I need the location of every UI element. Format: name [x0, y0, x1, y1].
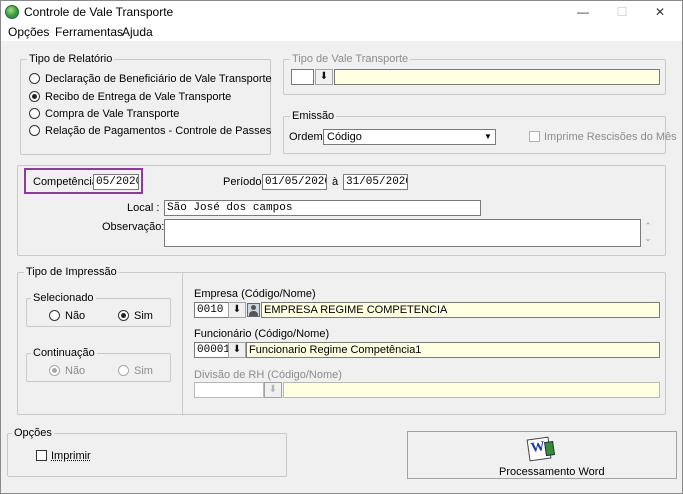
- app-globe-icon: [5, 5, 19, 19]
- funcionario-name-input[interactable]: Funcionario Regime Competência1: [246, 342, 660, 358]
- ordem-select[interactable]: Código ▼: [323, 129, 496, 145]
- radio-compra-label: Compra de Vale Transporte: [45, 108, 180, 120]
- divisao-code-input[interactable]: [194, 382, 264, 398]
- continuacao-nao-indicator[interactable]: [49, 365, 60, 376]
- periodo-fim-input[interactable]: 31/05/2020: [343, 174, 408, 190]
- radio-declaracao-label: Declaração de Beneficiário de Vale Trans…: [45, 73, 272, 85]
- menu-opcoes[interactable]: Opções: [8, 25, 49, 39]
- continuacao-sim-indicator[interactable]: [118, 365, 129, 376]
- emissao-group: Emissão Ordem: Código ▼ Imprime Rescisõe…: [283, 110, 677, 154]
- radio-declaracao-indicator[interactable]: [29, 73, 40, 84]
- empresa-name-input[interactable]: EMPRESA REGIME COMPETENCIA: [261, 302, 660, 318]
- imprime-rescisoes-box[interactable]: [529, 131, 540, 142]
- tipo-relatorio-legend: Tipo de Relatório: [27, 53, 115, 65]
- selecionado-nao-label: Não: [65, 310, 86, 322]
- continuacao-sim-radio[interactable]: Sim: [118, 365, 153, 379]
- selecionado-group: Selecionado Não Sim: [26, 292, 171, 327]
- funcionario-label: Funcionário (Código/Nome): [194, 328, 330, 340]
- selecionado-nao-indicator[interactable]: [49, 310, 60, 321]
- continuacao-sim-label: Sim: [134, 365, 153, 377]
- processamento-word-label: Processamento Word: [499, 466, 605, 478]
- selecionado-sim-radio[interactable]: Sim: [118, 310, 153, 324]
- opcoes-group: Opções Imprimir: [7, 427, 287, 477]
- tipo-vale-group: Tipo de Vale Transporte ⬇: [283, 53, 666, 95]
- radio-compra[interactable]: Compra de Vale Transporte: [29, 108, 179, 122]
- imprimir-box[interactable]: [36, 450, 47, 461]
- radio-relacao-indicator[interactable]: [29, 125, 40, 136]
- tipo-impressao-group: Tipo de Impressão Selecionado Não Sim Co…: [17, 266, 666, 416]
- selecionado-nao-radio[interactable]: Não: [49, 310, 85, 324]
- radio-recibo[interactable]: Recibo de Entrega de Vale Transporte: [29, 91, 231, 105]
- selecionado-legend: Selecionado: [31, 292, 96, 304]
- download-arrow-icon: ⬇: [232, 344, 242, 355]
- menu-ferramentas[interactable]: Ferramentas: [55, 25, 123, 39]
- maximize-button[interactable]: ☐: [605, 1, 639, 23]
- word-document-icon: [526, 436, 552, 462]
- radio-declaracao[interactable]: Declaração de Beneficiário de Vale Trans…: [29, 73, 272, 87]
- chevron-down-icon: ▼: [484, 132, 492, 141]
- competencia-label: Competência:: [33, 176, 101, 188]
- tipo-relatorio-group: Tipo de Relatório Declaração de Benefici…: [20, 53, 272, 155]
- periodo-label: Período:: [223, 176, 265, 188]
- radio-compra-indicator[interactable]: [29, 108, 40, 119]
- continuacao-nao-radio[interactable]: Não: [49, 365, 85, 379]
- observacao-textarea[interactable]: ⌃ ⌄: [164, 219, 652, 247]
- observacao-scrollbar[interactable]: ⌃ ⌄: [642, 220, 654, 248]
- imprime-rescisoes-label: Imprime Rescisões do Mês: [544, 131, 677, 143]
- imprime-rescisoes-checkbox[interactable]: Imprime Rescisões do Mês: [529, 131, 677, 143]
- menu-bar: Opções Ferramentas Ajuda: [1, 23, 682, 41]
- tipo-vale-name-input[interactable]: [334, 69, 660, 85]
- main-window: Controle de Vale Transporte — ☐ ✕ Opções…: [0, 0, 683, 494]
- opcoes-legend: Opções: [12, 427, 54, 439]
- periodo-inicio-input[interactable]: 01/05/2020: [262, 174, 327, 190]
- emissao-legend: Emissão: [290, 110, 337, 122]
- periodo-group: Competência: 05/2020 Período: 01/05/2020…: [17, 165, 666, 256]
- minimize-button[interactable]: —: [566, 1, 600, 23]
- download-arrow-icon: ⬇: [232, 304, 242, 315]
- continuacao-group: Continuação Não Sim: [26, 347, 171, 382]
- close-button[interactable]: ✕: [643, 1, 677, 23]
- selecionado-sim-label: Sim: [134, 310, 153, 322]
- ordem-label: Ordem:: [289, 131, 326, 143]
- local-label: Local :: [127, 202, 160, 214]
- window-title: Controle de Vale Transporte: [24, 5, 174, 19]
- local-input[interactable]: São José dos campos: [164, 200, 481, 216]
- imprimir-label: Imprimir: [51, 450, 91, 462]
- observacao-label: Observação:: [102, 221, 165, 233]
- periodo-a-label: à: [332, 176, 339, 188]
- person-icon[interactable]: [247, 303, 260, 317]
- imprimir-checkbox[interactable]: Imprimir: [36, 450, 91, 462]
- continuacao-legend: Continuação: [31, 347, 97, 359]
- processamento-word-button[interactable]: Processamento Word: [407, 431, 677, 479]
- divisao-name-input[interactable]: [283, 382, 660, 398]
- download-arrow-icon: ⬇: [268, 384, 278, 395]
- radio-recibo-label: Recibo de Entrega de Vale Transporte: [45, 91, 232, 103]
- divisao-label: Divisão de RH (Código/Nome): [194, 369, 342, 381]
- funcionario-lookup-button[interactable]: ⬇: [228, 342, 246, 358]
- scroll-down-icon[interactable]: ⌄: [642, 232, 654, 244]
- tipo-vale-legend: Tipo de Vale Transporte: [290, 53, 411, 65]
- empresa-lookup-button[interactable]: ⬇: [228, 302, 246, 318]
- menu-ajuda[interactable]: Ajuda: [122, 25, 153, 39]
- ordem-select-value: Código: [327, 131, 362, 143]
- empresa-label: Empresa (Código/Nome): [194, 288, 316, 300]
- radio-relacao[interactable]: Relação de Pagamentos - Controle de Pass…: [29, 125, 271, 139]
- tipo-impressao-legend: Tipo de Impressão: [24, 266, 119, 278]
- selecionado-sim-indicator[interactable]: [118, 310, 129, 321]
- continuacao-nao-label: Não: [65, 365, 86, 377]
- radio-recibo-indicator[interactable]: [29, 91, 40, 102]
- download-arrow-icon: ⬇: [319, 71, 329, 82]
- tipo-vale-code-input[interactable]: [291, 69, 314, 85]
- empresa-code-input[interactable]: 0010: [194, 302, 229, 318]
- radio-relacao-label: Relação de Pagamentos - Controle de Pass…: [45, 125, 272, 137]
- divisao-lookup-button[interactable]: ⬇: [264, 382, 282, 398]
- funcionario-code-input[interactable]: 00001: [194, 342, 229, 358]
- competencia-input[interactable]: 05/2020: [93, 174, 139, 190]
- tipo-vale-lookup-button[interactable]: ⬇: [315, 69, 333, 85]
- title-bar: Controle de Vale Transporte — ☐ ✕: [1, 1, 682, 23]
- scroll-up-icon[interactable]: ⌃: [642, 220, 654, 232]
